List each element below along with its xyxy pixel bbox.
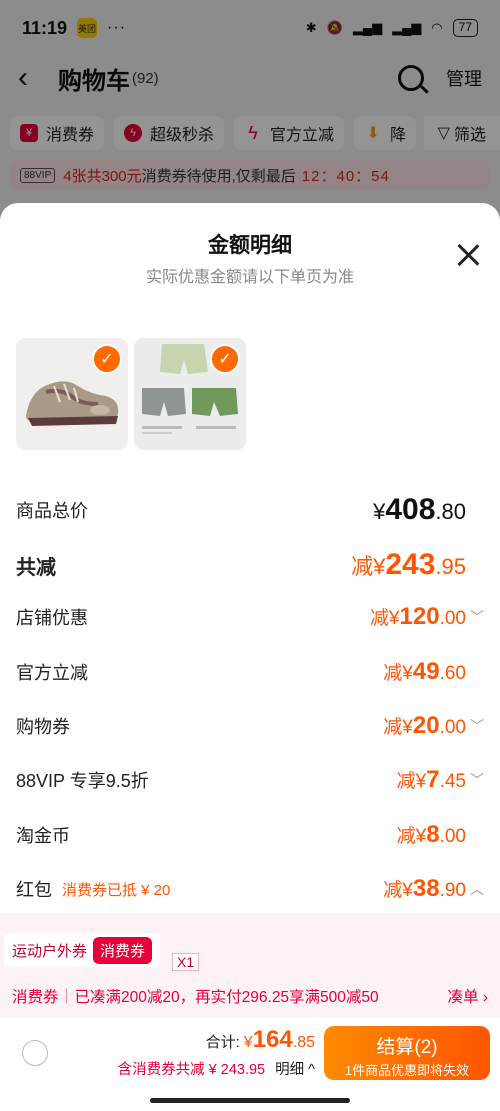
product-thumbnail[interactable]: ✓ xyxy=(16,338,128,450)
strip-text: 已凑满200减20，再实付296.25享满500减50 xyxy=(74,989,379,1006)
add-items-link[interactable]: 凑单 › xyxy=(448,985,488,1007)
home-indicator[interactable] xyxy=(150,1098,350,1103)
checkout-sub-label: 1件商品优惠即将失效 xyxy=(344,1063,470,1078)
red-packet-note: 消费券已抵 ¥ 20 xyxy=(62,881,171,899)
product-thumbnail[interactable]: ✓ xyxy=(134,338,246,450)
row-value: 减¥ 38.90 ︿ xyxy=(383,875,484,903)
value-int: 120 xyxy=(399,603,440,630)
value-prefix: 减¥ xyxy=(369,608,400,629)
value-dec: .95 xyxy=(435,554,466,579)
coupon-name: 运动户外券 xyxy=(12,942,88,960)
row-value: ¥408.80 xyxy=(373,493,484,527)
coupon-progress-strip[interactable]: 消费券 | 已凑满200减20，再实付296.25享满500减50 凑单 › xyxy=(0,975,500,1017)
value-int: 38 xyxy=(412,875,440,902)
total-prefix: ¥ xyxy=(243,1034,253,1051)
value-dec: .60 xyxy=(439,663,466,684)
total-discount-text: 含消费券共减 ¥ 243.95 xyxy=(117,1062,266,1078)
row-label: 88VIP 专享9.5折 xyxy=(16,771,149,791)
chevron-down-icon[interactable]: ﹀ xyxy=(470,607,484,627)
value-prefix: ¥ xyxy=(373,499,386,524)
total-price: ¥164.85 xyxy=(244,1026,315,1054)
checked-icon[interactable]: ✓ xyxy=(210,344,240,374)
detail-toggle[interactable]: 明细 ^ xyxy=(275,1062,315,1078)
row-shopping-voucher[interactable]: 购物券 减¥ 20.00 ﹀ xyxy=(16,712,484,740)
coupon-area: 运动户外券 消费券 X1 消费券 | 已凑满200减20，再实付296.25享满… xyxy=(0,913,500,1018)
chevron-down-icon[interactable]: ﹀ xyxy=(470,716,484,736)
coupon-quantity: X1 xyxy=(172,953,200,971)
chevron-down-icon[interactable]: ﹀ xyxy=(470,770,484,790)
total-sub: 含消费券共减 ¥ 243.95 明细 ^ xyxy=(60,1058,315,1079)
checkout-label: 结算(2) xyxy=(376,1037,438,1058)
value-prefix: 减¥ xyxy=(396,826,427,847)
row-total-reduce: 共减 减¥ 243.95 xyxy=(16,548,484,582)
row-label: 官方立减 xyxy=(16,663,88,683)
sheet-subtitle: 实际优惠金额请以下单页为准 xyxy=(145,269,354,286)
row-label: 共减 xyxy=(16,556,56,579)
value-dec: .00 xyxy=(439,608,466,629)
strip-divider: | xyxy=(64,987,69,1004)
total-int: 164 xyxy=(252,1026,293,1053)
row-value: 减¥ 49.60 xyxy=(383,658,484,686)
close-icon[interactable] xyxy=(456,243,480,267)
row-official-discount: 官方立减 减¥ 49.60 xyxy=(16,658,484,686)
row-vip-discount[interactable]: 88VIP 专享9.5折 减¥ 7.45 ﹀ xyxy=(16,766,484,794)
coupon-chip[interactable]: 运动户外券 消费券 xyxy=(4,933,161,967)
checkout-bar: 合计: ¥164.85 含消费券共减 ¥ 243.95 明细 ^ 结算(2) 1… xyxy=(0,1018,500,1088)
row-taojinbi: 淘金币 减¥ 8.00 xyxy=(16,821,484,849)
value-prefix: 减¥ xyxy=(351,554,386,579)
value-int: 20 xyxy=(412,712,440,739)
row-value: 减¥ 7.45 ﹀ xyxy=(397,766,484,794)
row-value: 减¥ 8.00 xyxy=(397,821,484,849)
value-dec: .90 xyxy=(439,880,466,901)
checkout-button[interactable]: 结算(2) 1件商品优惠即将失效 xyxy=(324,1026,490,1080)
row-label: 红包 xyxy=(16,880,52,900)
row-value: 减¥ 243.95 xyxy=(351,548,484,582)
value-int: 49 xyxy=(412,658,440,685)
total-block: 合计: ¥164.85 含消费券共减 ¥ 243.95 明细 ^ xyxy=(60,1026,315,1079)
strip-label: 消费券 xyxy=(12,989,59,1006)
row-label: 淘金币 xyxy=(16,826,70,846)
total-label: 合计: xyxy=(205,1034,240,1051)
value-prefix: 减¥ xyxy=(396,771,427,792)
sheet-title: 金额明细 xyxy=(208,234,292,257)
value-prefix: 减¥ xyxy=(383,880,413,901)
chevron-up-icon[interactable]: ︿ xyxy=(470,879,484,899)
row-value: 减¥ 120.00 ﹀ xyxy=(370,603,484,631)
value-dec: .45 xyxy=(439,771,466,792)
value-int: 243 xyxy=(385,548,436,581)
value-int: 8 xyxy=(426,821,440,848)
row-value: 减¥ 20.00 ﹀ xyxy=(383,712,484,740)
row-total-price: 商品总价 ¥408.80 xyxy=(16,493,484,527)
select-all-checkbox[interactable] xyxy=(22,1040,48,1066)
value-int: 7 xyxy=(426,766,440,793)
value-prefix: 减¥ xyxy=(383,663,413,684)
row-red-packet[interactable]: 红包 消费券已抵 ¥ 20 减¥ 38.90 ︿ xyxy=(16,875,484,903)
value-prefix: 减¥ xyxy=(383,717,413,738)
value-int: 408 xyxy=(385,493,436,526)
row-label: 店铺优惠 xyxy=(16,608,88,628)
row-shop-discount[interactable]: 店铺优惠 减¥ 120.00 ﹀ xyxy=(16,603,484,631)
total-dec: .85 xyxy=(292,1034,315,1051)
coupon-badge: 消费券 xyxy=(93,936,153,964)
value-dec: .00 xyxy=(439,826,466,847)
product-thumbnails: ✓ ✓ xyxy=(16,338,246,450)
value-dec: .80 xyxy=(435,499,466,524)
checked-icon[interactable]: ✓ xyxy=(92,344,122,374)
row-label: 商品总价 xyxy=(16,501,88,521)
row-label: 购物券 xyxy=(16,717,70,737)
total-line: 合计: ¥164.85 xyxy=(60,1026,315,1054)
value-dec: .00 xyxy=(439,717,466,738)
